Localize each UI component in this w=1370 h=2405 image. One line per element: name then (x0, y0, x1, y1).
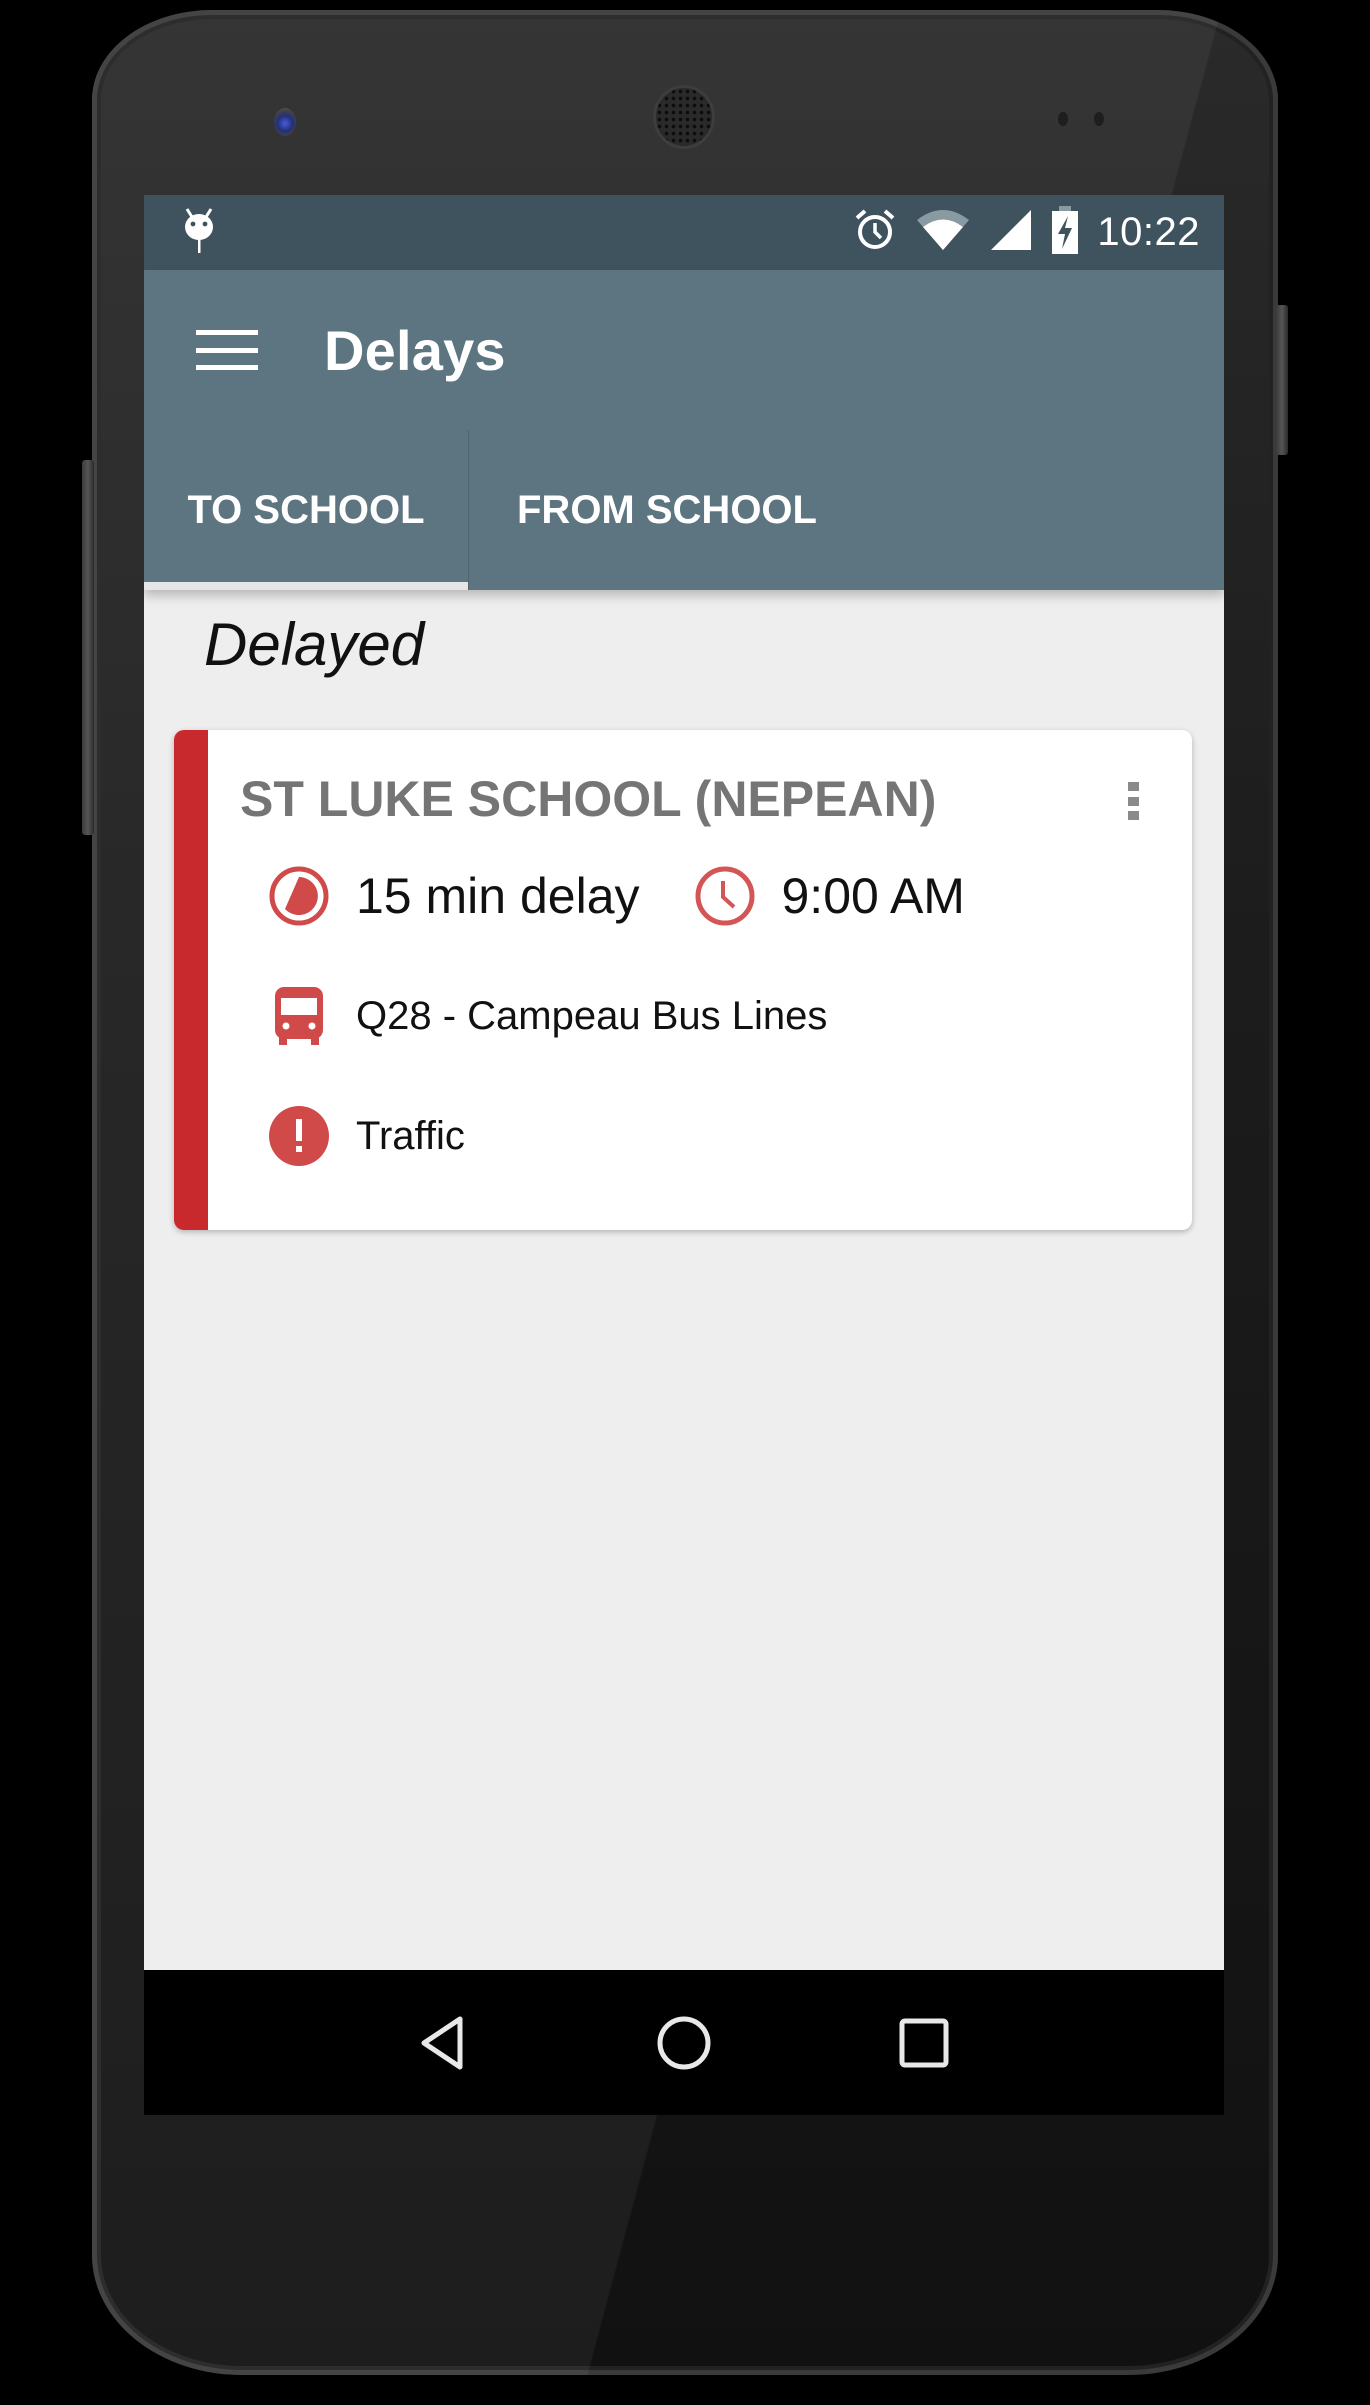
volume-button (82, 460, 94, 835)
tab-to-school[interactable]: TO SCHOOL (144, 430, 469, 590)
back-button[interactable] (409, 2008, 479, 2078)
status-bar: 10:22 (144, 195, 1224, 270)
delays-list: Delayed ST LUKE SCHOOL (NEPEAN) 15 min d… (144, 590, 1224, 1965)
android-debug-icon (182, 207, 216, 258)
tab-from-school[interactable]: FROM SCHOOL (469, 430, 817, 590)
school-name: ST LUKE SCHOOL (NEPEAN) (240, 771, 937, 827)
cell-signal-icon (989, 208, 1033, 257)
tab-bar: TO SCHOOL FROM SCHOOL (144, 430, 1224, 590)
earpiece-speaker (656, 88, 712, 146)
clock-icon (694, 865, 756, 927)
delay-card[interactable]: ST LUKE SCHOOL (NEPEAN) 15 min delay 9:0… (174, 730, 1192, 1230)
timer-icon (268, 865, 330, 927)
more-options-icon[interactable] (1128, 782, 1140, 820)
delay-reason: Traffic (356, 1113, 465, 1158)
light-sensor (1094, 112, 1104, 126)
back-icon (421, 2016, 463, 2069)
alert-icon (268, 1105, 330, 1167)
hamburger-menu-icon[interactable] (196, 330, 258, 370)
front-camera (274, 108, 296, 136)
battery-charging-icon (1051, 206, 1079, 259)
recents-icon (899, 2018, 949, 2067)
bus-row: Q28 - Campeau Bus Lines (268, 985, 827, 1047)
status-color-bar (174, 730, 208, 1230)
screen: 10:22 Delays TO SCHOOL FROM SCHOOL Delay… (144, 195, 1224, 2115)
bus-icon (268, 985, 330, 1047)
section-title: Delayed (204, 611, 425, 678)
scheduled-time: 9:00 AM (781, 868, 965, 924)
alarm-icon (853, 208, 897, 257)
delay-duration: 15 min delay (356, 868, 640, 924)
status-time: 10:22 (1097, 210, 1200, 254)
home-icon (657, 2016, 711, 2069)
home-button[interactable] (649, 2008, 719, 2078)
delay-row: 15 min delay 9:00 AM (268, 865, 965, 927)
tab-label: TO SCHOOL (187, 487, 425, 532)
selected-tab-indicator (144, 582, 468, 590)
page-title: Delays (324, 318, 506, 382)
app-bar: Delays TO SCHOOL FROM SCHOOL (144, 270, 1224, 590)
tab-label: FROM SCHOOL (517, 487, 817, 532)
navigation-bar (144, 1970, 1224, 2115)
power-button (1276, 305, 1288, 455)
bus-route: Q28 - Campeau Bus Lines (356, 993, 828, 1038)
proximity-sensor (1058, 112, 1068, 126)
reason-row: Traffic (268, 1105, 465, 1167)
recents-button[interactable] (889, 2008, 959, 2078)
wifi-icon (915, 208, 971, 257)
